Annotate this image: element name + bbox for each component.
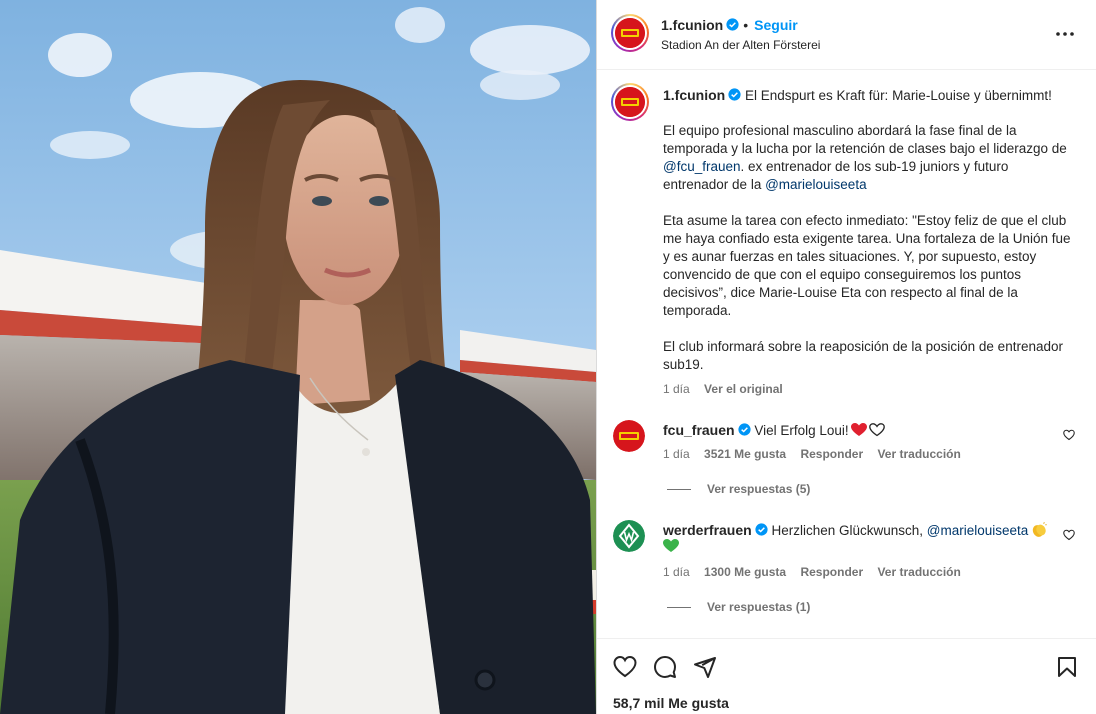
- header-username[interactable]: 1.fcunion: [661, 17, 723, 33]
- heart-icon: [613, 655, 637, 678]
- verified-icon: [726, 18, 739, 31]
- comment-likes[interactable]: 1300 Me gusta: [704, 565, 786, 579]
- like-button[interactable]: [613, 655, 637, 679]
- caption-avatar[interactable]: [615, 87, 645, 117]
- comment-username[interactable]: werderfrauen: [663, 522, 752, 538]
- more-icon: [1056, 32, 1074, 36]
- comment-button[interactable]: [653, 655, 677, 679]
- comment-text: Viel Erfolg Loui!: [754, 423, 849, 438]
- comment-avatar[interactable]: [613, 420, 645, 452]
- comment-time[interactable]: 1 día: [663, 447, 690, 461]
- share-button[interactable]: [693, 655, 717, 679]
- see-original-button[interactable]: Ver el original: [704, 382, 783, 396]
- caption-paragraph-3: El club informará sobre la reaposición d…: [663, 339, 1063, 372]
- green-heart-emoji-icon: [663, 539, 679, 553]
- comment-2-meta: 1 día 1300 Me gusta Responder Ver traduc…: [663, 565, 972, 579]
- verified-icon: [737, 423, 751, 436]
- heart-icon: [1063, 529, 1075, 541]
- comment-avatar[interactable]: [613, 520, 645, 552]
- photo-illustration: [0, 0, 596, 714]
- post-side-panel: 1.fcunion • Seguir Stadion An der Alten Fö…: [596, 0, 1096, 714]
- union-logo-icon: [613, 420, 645, 452]
- union-logo-icon: [615, 87, 645, 117]
- comment-like-button[interactable]: [1063, 529, 1075, 541]
- mention-link[interactable]: @marielouiseeta: [765, 177, 867, 192]
- caption-p1-text: El equipo profesional masculino abordará…: [663, 123, 1067, 156]
- heart-icon: [1063, 429, 1075, 441]
- comment-1-text-line: fcu_frauen Viel Erfolg Loui!: [663, 421, 885, 440]
- comment-username[interactable]: fcu_frauen: [663, 422, 735, 438]
- clapping-hands-emoji-icon: [1031, 522, 1048, 538]
- mention-link[interactable]: @marielouiseeta: [927, 523, 1029, 538]
- white-heart-emoji-icon: [868, 423, 885, 437]
- view-replies-button[interactable]: Ver respuestas (5): [667, 482, 810, 496]
- verified-icon: [728, 88, 741, 101]
- share-icon: [694, 657, 716, 678]
- post-location[interactable]: Stadion An der Alten Försterei: [661, 38, 820, 52]
- view-replies-label: Ver respuestas (1): [707, 600, 811, 614]
- caption-time[interactable]: 1 día: [663, 382, 690, 396]
- post-header: 1.fcunion • Seguir Stadion An der Alten Fö…: [597, 0, 1096, 70]
- header-separator: •: [743, 17, 749, 33]
- bookmark-icon: [1058, 657, 1076, 677]
- comment-likes[interactable]: 3521 Me gusta: [704, 447, 786, 461]
- caption-meta: 1 día Ver el original: [663, 382, 794, 396]
- comment-like-button[interactable]: [1063, 429, 1075, 441]
- caption-paragraph-2: Eta asume la tarea con efecto inmediato:…: [663, 213, 1071, 318]
- account-avatar[interactable]: [615, 18, 645, 48]
- caption-headline-line: 1.fcunion El Endspurt es Kraft für: Mari…: [663, 86, 1073, 105]
- view-replies-label: Ver respuestas (5): [707, 482, 811, 496]
- verified-icon: [755, 523, 768, 536]
- reply-button[interactable]: Responder: [800, 447, 863, 461]
- caption-paragraph-1: El equipo profesional masculino abordará…: [663, 122, 1073, 194]
- instagram-post: 1.fcunion • Seguir Stadion An der Alten Fö…: [0, 0, 1096, 714]
- comment-2-text-line-2: [663, 539, 679, 558]
- comments-scroll-area[interactable]: 1.fcunion El Endspurt es Kraft für: Mari…: [597, 71, 1096, 638]
- replies-divider: [667, 489, 691, 491]
- post-actions-footer: 58,7 mil Me gusta: [597, 638, 1096, 714]
- caption-username[interactable]: 1.fcunion: [663, 87, 725, 103]
- save-button[interactable]: [1055, 655, 1079, 679]
- more-options-button[interactable]: [1053, 24, 1077, 44]
- union-logo-icon: [615, 18, 645, 48]
- comment-time[interactable]: 1 día: [663, 565, 690, 579]
- follow-button[interactable]: Seguir: [754, 17, 798, 33]
- replies-divider: [667, 607, 691, 609]
- post-photo[interactable]: [0, 0, 596, 714]
- translate-button[interactable]: Ver traducción: [877, 447, 960, 461]
- reply-button[interactable]: Responder: [800, 565, 863, 579]
- header-account-line: 1.fcunion • Seguir: [661, 17, 798, 33]
- caption-headline: El Endspurt es Kraft für: Marie-Louise y…: [745, 88, 1052, 103]
- comment-icon: [654, 656, 676, 678]
- werder-logo-icon: [613, 520, 645, 552]
- post-likes-count[interactable]: 58,7 mil Me gusta: [613, 695, 729, 711]
- comment-1-meta: 1 día 3521 Me gusta Responder Ver traduc…: [663, 447, 972, 461]
- mention-link[interactable]: @fcu_frauen: [663, 159, 741, 174]
- view-replies-button[interactable]: Ver respuestas (1): [667, 600, 810, 614]
- red-heart-emoji-icon: [850, 423, 867, 437]
- comment-text: Herzlichen Glückwunsch,: [771, 523, 927, 538]
- comment-2-text-line: werderfrauen Herzlichen Glückwunsch, @ma…: [663, 521, 1048, 540]
- translate-button[interactable]: Ver traducción: [877, 565, 960, 579]
